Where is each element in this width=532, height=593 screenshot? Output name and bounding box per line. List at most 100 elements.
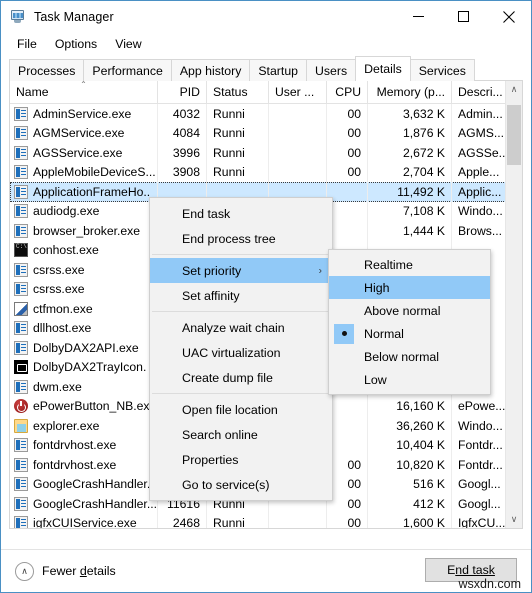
tab-startup[interactable]: Startup bbox=[249, 59, 307, 81]
table-row[interactable]: AdminService.exe 4032 Runni 00 3,632 K Admin.… bbox=[10, 104, 522, 124]
cell-name: audiodg.exe bbox=[10, 201, 158, 221]
scrollbar-thumb[interactable] bbox=[507, 105, 521, 165]
context-menu-item-end-process-tree[interactable]: End process tree bbox=[150, 226, 332, 251]
priority-item-high[interactable]: High bbox=[329, 276, 490, 299]
tab-details[interactable]: Details bbox=[355, 56, 411, 81]
close-icon[interactable] bbox=[486, 1, 531, 32]
priority-item-above-normal[interactable]: Above normal bbox=[329, 299, 490, 322]
context-menu-item-end-task[interactable]: End task bbox=[150, 201, 332, 226]
tab-app-history[interactable]: App history bbox=[170, 59, 251, 81]
minimize-icon[interactable] bbox=[396, 1, 441, 32]
vertical-scrollbar[interactable]: ∧ ∨ bbox=[505, 81, 522, 528]
sort-ascending-icon: ⌃ bbox=[80, 81, 87, 89]
cell-memory: 1,876 K bbox=[368, 123, 452, 143]
exe-icon bbox=[14, 106, 28, 121]
process-name: AppleMobileDeviceS... bbox=[33, 165, 156, 180]
cell-value: 2,704 K bbox=[402, 165, 445, 180]
cell-name: GoogleCrashHandler... bbox=[10, 494, 158, 514]
chevron-up-icon: ∧ bbox=[15, 561, 34, 581]
column-header-pid[interactable]: PID bbox=[158, 81, 207, 103]
cell-memory: 1,600 K bbox=[368, 513, 452, 529]
cell-description: Applic... bbox=[452, 182, 509, 202]
context-menu-item-open-file-location[interactable]: Open file location bbox=[150, 397, 332, 422]
cell-cpu: 00 bbox=[327, 474, 368, 494]
process-name: conhost.exe bbox=[33, 243, 99, 258]
context-menu-item-properties[interactable]: Properties bbox=[150, 447, 332, 472]
process-name: AGSService.exe bbox=[33, 145, 123, 160]
cell-value: 1,600 K bbox=[402, 516, 445, 529]
cell-name: DolbyDAX2TrayIcon. bbox=[10, 357, 158, 377]
cell-description: AGMS... bbox=[452, 123, 509, 143]
cell-description: Windo... bbox=[452, 416, 509, 436]
cell-description: ePowe... bbox=[452, 396, 509, 416]
tab-services[interactable]: Services bbox=[409, 59, 475, 81]
cell-memory: 10,404 K bbox=[368, 435, 452, 455]
cell-value: Admin... bbox=[458, 106, 503, 121]
context-menu-item-label: Properties bbox=[182, 452, 239, 467]
column-header-label: User ... bbox=[275, 85, 315, 99]
context-menu-item-set-priority[interactable]: Set priority › bbox=[150, 258, 332, 283]
context-menu-item-go-to-service-s[interactable]: Go to service(s) bbox=[150, 472, 332, 497]
process-name: fontdrvhost.exe bbox=[33, 457, 117, 472]
priority-item-realtime[interactable]: Realtime bbox=[329, 253, 490, 276]
menu-separator bbox=[152, 311, 330, 312]
cell-memory: 16,160 K bbox=[368, 396, 452, 416]
table-row[interactable]: igfxCUIService.exe 2468 Runni 00 1,600 K Igfx… bbox=[10, 513, 522, 529]
cell-value: 1,444 K bbox=[402, 223, 445, 238]
context-menu: End task End process tree Set priority › Set… bbox=[149, 197, 333, 501]
column-header-cpu[interactable]: CPU bbox=[327, 81, 368, 103]
dolby-icon bbox=[14, 360, 28, 375]
exe-icon bbox=[14, 204, 28, 219]
cell-memory: 3,632 K bbox=[368, 104, 452, 124]
tab-processes[interactable]: Processes bbox=[9, 59, 85, 81]
cell-value: 00 bbox=[347, 126, 361, 141]
process-name: dwm.exe bbox=[33, 379, 82, 394]
cell-name: dwm.exe bbox=[10, 377, 158, 397]
tab-performance[interactable]: Performance bbox=[83, 59, 172, 81]
column-header-user[interactable]: User ... bbox=[269, 81, 327, 103]
table-row[interactable]: AppleMobileDeviceS... 3908 Runni 00 2,704 K A… bbox=[10, 162, 522, 182]
cell-value: 3996 bbox=[172, 145, 200, 160]
cell-user bbox=[269, 123, 327, 143]
scroll-up-arrow[interactable]: ∧ bbox=[506, 81, 522, 98]
context-menu-item-search-online[interactable]: Search online bbox=[150, 422, 332, 447]
priority-item-low[interactable]: Low bbox=[329, 368, 490, 391]
cell-pid: 2468 bbox=[158, 513, 207, 528]
tab-users[interactable]: Users bbox=[306, 59, 357, 81]
column-header-description[interactable]: Descri... bbox=[452, 81, 509, 103]
cell-name: fontdrvhost.exe bbox=[10, 435, 158, 455]
cell-value: AGSSe... bbox=[458, 145, 509, 160]
context-menu-item-label: Set priority bbox=[182, 263, 242, 278]
column-header-status[interactable]: Status bbox=[207, 81, 269, 103]
maximize-icon[interactable] bbox=[441, 1, 486, 32]
context-menu-item-analyze-wait-chain[interactable]: Analyze wait chain bbox=[150, 315, 332, 340]
column-header-name[interactable]: ⌃ Name bbox=[10, 81, 158, 103]
menubar-item-view[interactable]: View bbox=[106, 35, 150, 54]
menubar-item-file[interactable]: File bbox=[8, 35, 46, 54]
cell-value: 1,876 K bbox=[402, 126, 445, 141]
priority-item-label: Realtime bbox=[364, 257, 413, 272]
radio-dot bbox=[341, 331, 347, 336]
radio-checked-icon bbox=[334, 323, 354, 344]
task-manager-window: Task Manager File Options View Processes Pe… bbox=[0, 0, 532, 593]
table-row[interactable]: AGMService.exe 4084 Runni 00 1,876 K AGMS... bbox=[10, 123, 522, 143]
cell-name: GoogleCrashHandler... bbox=[10, 474, 158, 494]
cell-value: 3,632 K bbox=[402, 106, 445, 121]
process-name: GoogleCrashHandler... bbox=[33, 496, 157, 511]
column-header-memory[interactable]: Memory (p... bbox=[368, 81, 452, 103]
menu-separator bbox=[152, 393, 330, 394]
fewer-details-button[interactable]: ∧ Fewer details bbox=[15, 561, 116, 581]
menubar-item-options[interactable]: Options bbox=[46, 35, 106, 54]
context-menu-item-set-affinity[interactable]: Set affinity bbox=[150, 283, 332, 308]
cell-value: Runni bbox=[213, 126, 245, 141]
priority-item-normal[interactable]: Normal bbox=[329, 322, 490, 345]
context-menu-item-uac-virtualization[interactable]: UAC virtualization bbox=[150, 340, 332, 365]
context-menu-item-label: End task bbox=[182, 206, 231, 221]
priority-item-label: Above normal bbox=[364, 303, 441, 318]
cell-status: Runni bbox=[207, 162, 269, 182]
scroll-down-arrow[interactable]: ∨ bbox=[506, 511, 522, 528]
context-menu-item-create-dump-file[interactable]: Create dump file bbox=[150, 365, 332, 390]
cell-name: AGSService.exe bbox=[10, 143, 158, 163]
table-row[interactable]: AGSService.exe 3996 Runni 00 2,672 K AGSSe... bbox=[10, 143, 522, 163]
priority-item-below-normal[interactable]: Below normal bbox=[329, 345, 490, 368]
